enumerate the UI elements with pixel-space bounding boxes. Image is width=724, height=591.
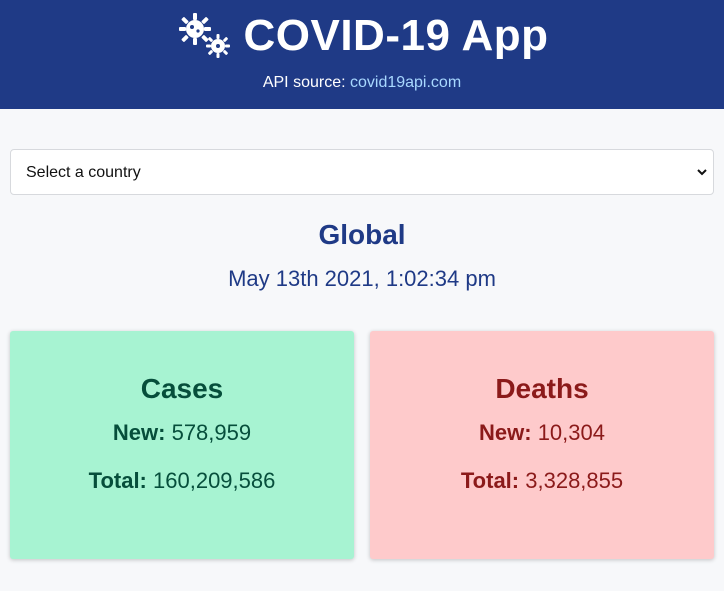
title-row: COVID-19 App: [0, 0, 724, 64]
cases-new-line: New: 578,959: [10, 418, 354, 448]
country-select-wrapper: Select a country: [10, 149, 714, 195]
cases-total-line: Total: 160,209,586: [10, 466, 354, 496]
api-source-link[interactable]: covid19api.com: [350, 74, 461, 91]
last-updated-timestamp: May 13th 2021, 1:02:34 pm: [228, 266, 496, 291]
stats-cards: Cases New: 578,959 Total: 160,209,586 De…: [10, 331, 714, 559]
deaths-new-label: New:: [479, 420, 532, 445]
main-content: Select a country Global May 13th 2021, 1…: [0, 109, 724, 559]
cases-total-value: 160,209,586: [153, 468, 276, 493]
deaths-new-value: 10,304: [537, 420, 605, 445]
deaths-total-line: Total: 3,328,855: [370, 466, 714, 496]
app-title: COVID-19 App: [243, 11, 549, 60]
deaths-total-label: Total:: [460, 468, 520, 493]
api-source-label: API source:: [262, 74, 350, 91]
deaths-total-value: 3,328,855: [525, 468, 624, 493]
deaths-new-line: New: 10,304: [370, 418, 714, 448]
deaths-card: Deaths New: 10,304 Total: 3,328,855: [370, 331, 714, 559]
deaths-card-title: Deaths: [495, 373, 589, 404]
country-select[interactable]: Select a country: [10, 149, 714, 195]
region-name: Global: [318, 219, 406, 250]
cases-new-label: New:: [112, 420, 166, 445]
cases-total-label: Total:: [88, 468, 147, 493]
api-source-line: API source: covid19api.com: [0, 73, 724, 93]
virus-gears-icon: [175, 11, 235, 61]
cases-card-title: Cases: [140, 373, 224, 404]
app-header: COVID-19 App API source: covid19api.com: [0, 0, 724, 109]
cases-new-value: 578,959: [171, 420, 252, 445]
cases-card: Cases New: 578,959 Total: 160,209,586: [10, 331, 354, 559]
